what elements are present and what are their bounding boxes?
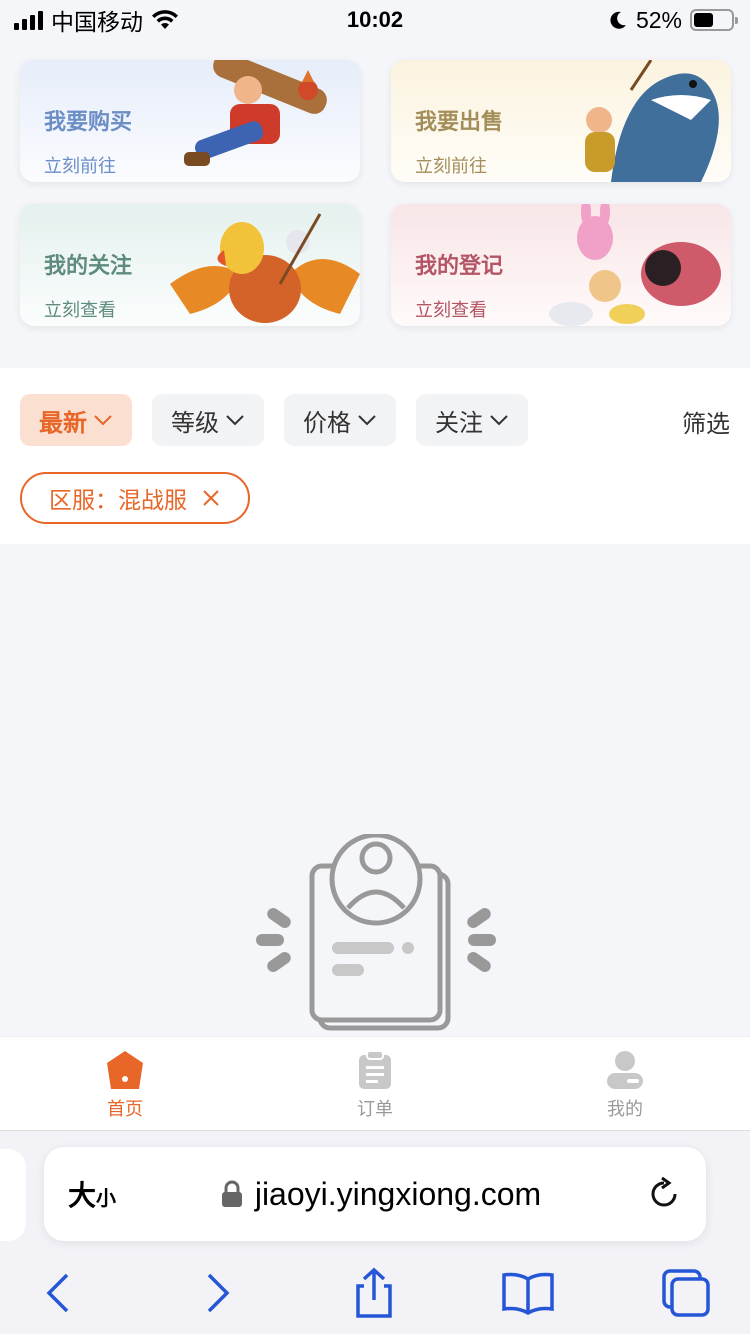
follow-card-subtitle: 立刻查看: [44, 300, 116, 320]
lumberjack-illustration: [184, 60, 327, 166]
lock-icon: [221, 1180, 242, 1207]
battery-icon: [690, 9, 738, 31]
clipboard-icon: [359, 1050, 391, 1089]
tab-orders-label: 订单: [357, 1099, 393, 1119]
server-filter-tag: 区服：混战服: [20, 472, 250, 524]
chevron-down-icon: [94, 415, 112, 426]
wifi-icon: [152, 10, 178, 29]
carrier-name: 中国移动: [51, 9, 143, 35]
battery-percent: 52%: [635, 6, 682, 33]
buy-card-title: 我要购买: [44, 109, 133, 134]
shark-illustration: [585, 60, 719, 182]
chevron-down-icon: [226, 415, 244, 426]
sort-price-chip[interactable]: 价格: [284, 394, 396, 446]
tab-home[interactable]: 首页: [0, 1037, 250, 1130]
buy-card[interactable]: 我要购买 立刻前往: [20, 60, 360, 182]
filter-button[interactable]: 筛选: [682, 404, 730, 439]
chevron-down-icon: [490, 415, 508, 426]
back-icon: [46, 1273, 69, 1313]
shortcut-cards: 我要购买 立刻前往 我要出售 立刻前往 我的关注 立刻查看 我的登记 立刻查看: [0, 40, 750, 368]
follow-card[interactable]: 我的关注 立刻查看: [20, 204, 360, 326]
follow-card-title: 我的关注: [44, 253, 133, 278]
sell-card-title: 我要出售: [415, 109, 504, 134]
forward-icon: [207, 1273, 230, 1313]
status-bar: 中国移动 10:02 52%: [0, 0, 750, 40]
safari-bottom-bar: 大小 jiaoyi.yingxiong.com: [0, 1130, 750, 1334]
text-size-button[interactable]: 大小: [68, 1174, 116, 1214]
bookmarks-icon: [502, 1272, 554, 1315]
signal-icon: [14, 10, 43, 30]
text-size-small: 小: [96, 1188, 117, 1210]
tab-orders[interactable]: 订单: [250, 1037, 500, 1130]
bookmarks-button[interactable]: [500, 1267, 556, 1319]
text-size-big: 大: [68, 1180, 97, 1211]
filter-section: 最新 等级 价格 关注 筛选 区服：混战服: [0, 368, 750, 544]
register-card-title: 我的登记: [415, 253, 504, 278]
tab-bar: 首页 订单 我的: [0, 1036, 750, 1130]
pets-illustration: [549, 204, 721, 326]
close-icon[interactable]: [201, 488, 221, 508]
reload-icon[interactable]: [646, 1176, 682, 1212]
tabs-icon: [662, 1269, 710, 1317]
back-button[interactable]: [30, 1267, 86, 1319]
address-bar[interactable]: 大小 jiaoyi.yingxiong.com: [44, 1147, 706, 1241]
sort-level-chip[interactable]: 等级: [152, 394, 264, 446]
sort-follow-label: 关注: [435, 409, 483, 437]
url-display[interactable]: jiaoyi.yingxiong.com: [116, 1176, 646, 1213]
share-button[interactable]: [346, 1267, 402, 1319]
status-right: 52%: [608, 6, 738, 34]
forward-button[interactable]: [190, 1267, 246, 1319]
sort-level-label: 等级: [171, 409, 219, 437]
chevron-down-icon: [358, 415, 376, 426]
safari-toolbar: [0, 1259, 750, 1325]
register-card[interactable]: 我的登记 立刻查看: [391, 204, 731, 326]
phoenix-illustration: [170, 213, 360, 323]
status-left: 中国移动: [14, 3, 179, 37]
sell-card-subtitle: 立刻前往: [415, 156, 487, 176]
sell-card[interactable]: 我要出售 立刻前往: [391, 60, 731, 182]
url-text: jiaoyi.yingxiong.com: [254, 1175, 542, 1212]
register-card-subtitle: 立刻查看: [415, 300, 487, 320]
server-filter-tag-label: 区服：混战服: [49, 487, 187, 513]
buy-card-subtitle: 立刻前往: [44, 156, 116, 176]
sort-follow-chip[interactable]: 关注: [416, 394, 528, 446]
empty-state-area: [0, 544, 750, 1036]
tab-home-label: 首页: [107, 1099, 143, 1119]
sort-price-label: 价格: [303, 409, 351, 437]
tabs-button[interactable]: [658, 1267, 714, 1319]
sort-latest-chip[interactable]: 最新: [20, 394, 132, 446]
tab-mine-label: 我的: [607, 1099, 643, 1119]
empty-state-icon: [256, 834, 496, 1031]
home-icon: [107, 1051, 143, 1089]
moon-icon: [610, 11, 626, 29]
tab-mine[interactable]: 我的: [500, 1037, 750, 1130]
share-icon: [356, 1267, 392, 1318]
previous-tab-peek[interactable]: [0, 1149, 26, 1241]
sort-latest-label: 最新: [39, 409, 87, 437]
user-icon: [607, 1051, 643, 1089]
